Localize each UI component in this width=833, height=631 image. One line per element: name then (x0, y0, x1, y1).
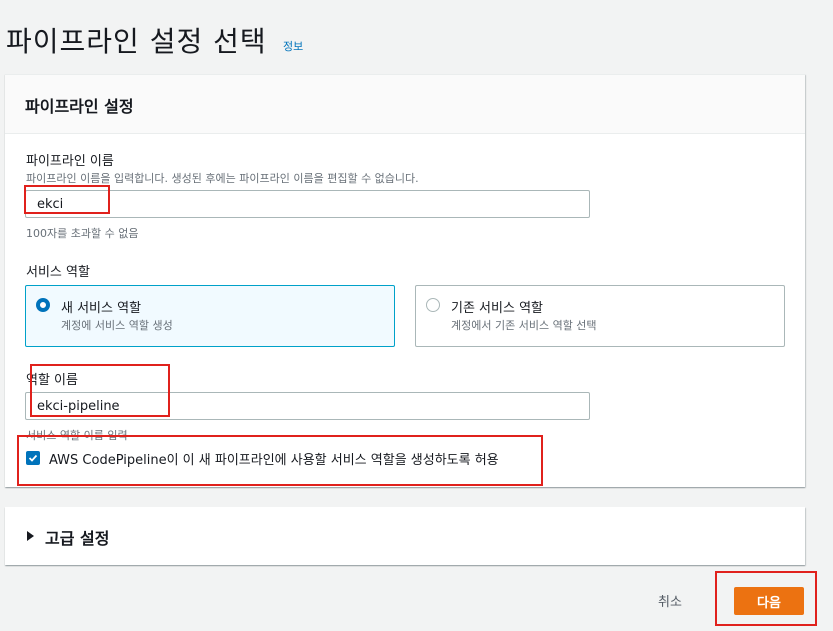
caret-right-icon (27, 531, 34, 541)
allow-role-creation-checkbox[interactable] (26, 451, 40, 465)
page: 파이프라인 설정 선택 정보 파이프라인 설정 파이프라인 이름 파이프라인 이… (0, 0, 833, 631)
new-service-role-radio[interactable] (36, 298, 50, 312)
new-service-role-description: 계정에 서비스 역할 생성 (61, 319, 173, 332)
role-name-constraint: 서비스 역할 이름 입력 (26, 429, 128, 442)
pipeline-name-label: 파이프라인 이름 (26, 154, 114, 169)
advanced-settings-title[interactable]: 고급 설정 (45, 525, 109, 549)
allow-role-creation-label[interactable]: AWS CodePipeline이 이 새 파이프라인에 사용할 서비스 역할을… (49, 449, 499, 468)
service-role-label: 서비스 역할 (26, 265, 90, 280)
role-name-input[interactable]: ekci-pipeline (25, 392, 590, 420)
pipeline-name-value: ekci (37, 196, 64, 212)
role-name-label: 역할 이름 (26, 373, 78, 388)
cancel-button[interactable]: 취소 (645, 588, 695, 612)
existing-service-role-tile[interactable]: 기존 서비스 역할 계정에서 기존 서비스 역할 선택 (415, 285, 785, 347)
panel-header-title: 파이프라인 설정 (25, 97, 134, 116)
info-link[interactable]: 정보 (283, 38, 303, 54)
page-title: 파이프라인 설정 선택 (6, 25, 267, 58)
panel-header: 파이프라인 설정 (5, 75, 805, 134)
new-service-role-tile[interactable]: 새 서비스 역할 계정에 서비스 역할 생성 (25, 285, 395, 347)
pipeline-name-description: 파이프라인 이름을 입력합니다. 생성된 후에는 파이프라인 이름을 편집할 수… (26, 172, 419, 185)
pipeline-name-input[interactable]: ekci (25, 190, 590, 218)
pipeline-settings-panel: 파이프라인 설정 파이프라인 이름 파이프라인 이름을 입력합니다. 생성된 후… (5, 74, 805, 487)
existing-service-role-description: 계정에서 기존 서비스 역할 선택 (451, 319, 597, 332)
existing-service-role-title: 기존 서비스 역할 (451, 301, 543, 316)
role-name-value: ekci-pipeline (37, 398, 120, 414)
advanced-settings-panel[interactable]: 고급 설정 (5, 507, 805, 565)
next-button[interactable]: 다음 (734, 587, 804, 615)
pipeline-name-constraint: 100자를 초과할 수 없음 (26, 227, 139, 240)
existing-service-role-radio[interactable] (426, 298, 440, 312)
new-service-role-title: 새 서비스 역할 (61, 301, 142, 316)
checkmark-icon (28, 454, 38, 462)
